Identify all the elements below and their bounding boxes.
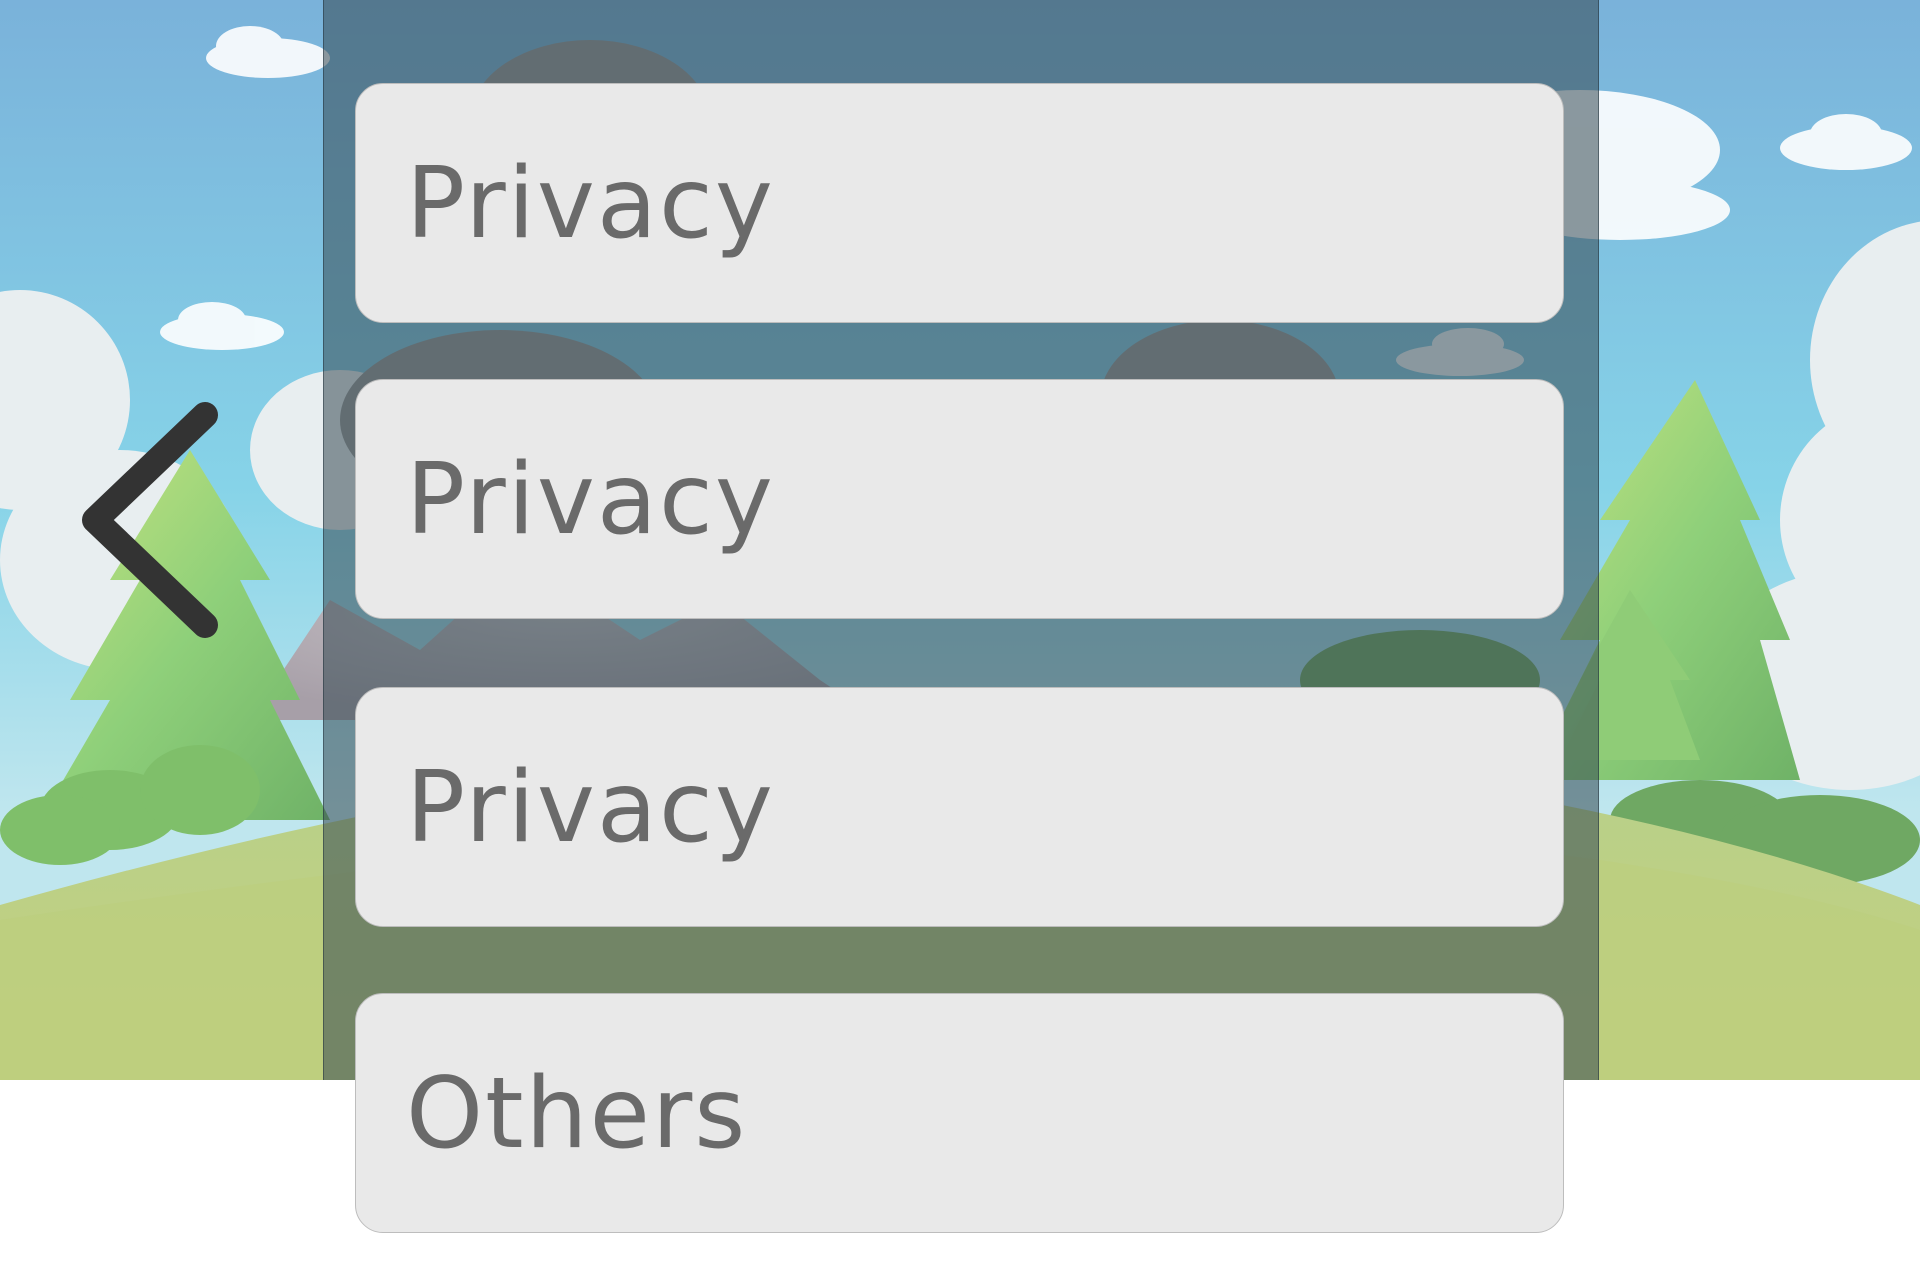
menu-item-label: Privacy — [406, 147, 775, 261]
screen: Privacy Privacy Privacy Others — [0, 0, 1920, 1277]
menu-item-privacy-1[interactable]: Privacy — [355, 83, 1564, 323]
settings-menu: Privacy Privacy Privacy Others — [355, 0, 1566, 1277]
menu-item-privacy-3[interactable]: Privacy — [355, 687, 1564, 927]
menu-item-privacy-2[interactable]: Privacy — [355, 379, 1564, 619]
chevron-left-icon — [82, 402, 218, 638]
menu-item-label: Privacy — [406, 751, 775, 865]
menu-item-label: Privacy — [406, 443, 775, 557]
back-button[interactable] — [70, 390, 230, 650]
menu-item-label: Others — [406, 1057, 748, 1171]
menu-item-others[interactable]: Others — [355, 993, 1564, 1233]
